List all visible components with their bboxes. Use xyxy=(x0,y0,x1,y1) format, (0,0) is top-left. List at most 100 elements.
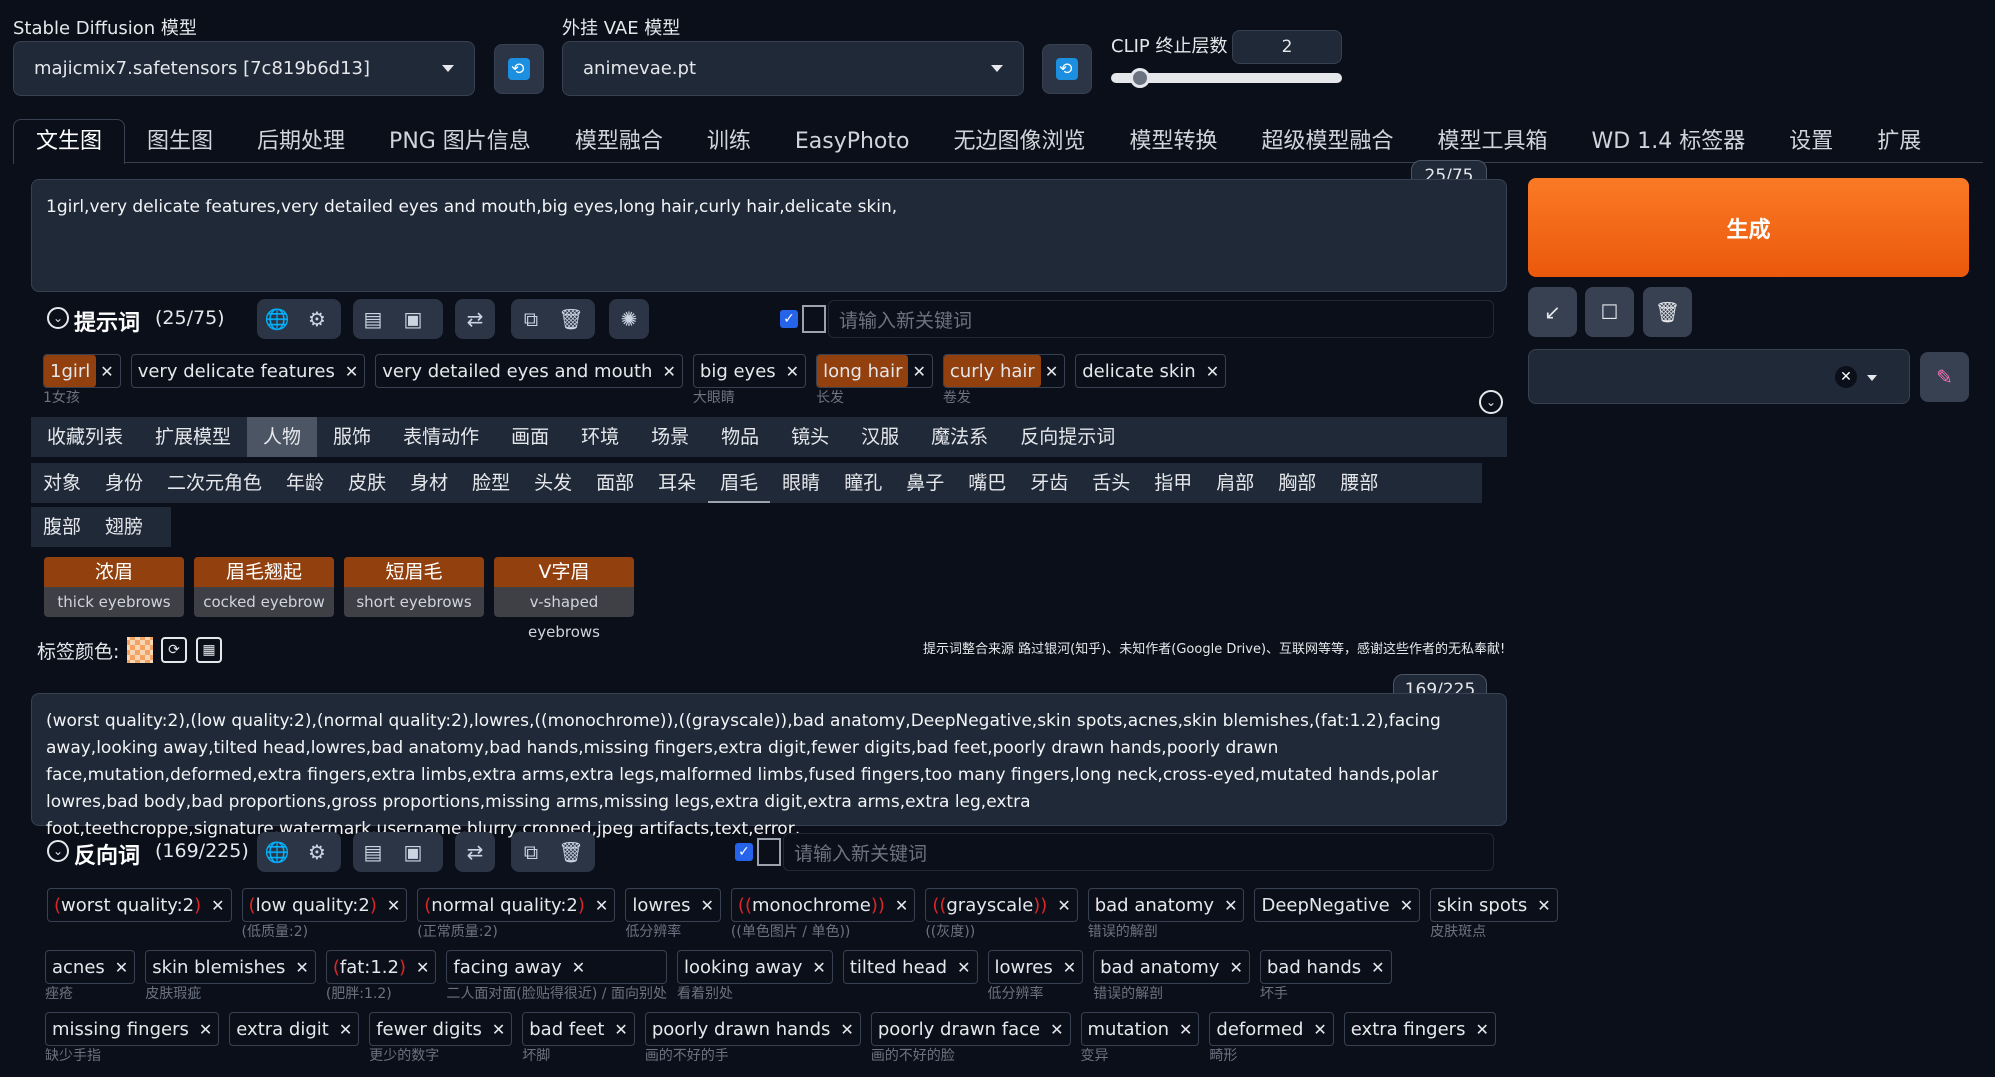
negative-tag-text[interactable]: (normal quality:2) xyxy=(418,889,591,921)
remove-tag-icon[interactable]: ✕ xyxy=(345,362,358,381)
negative-textarea[interactable]: (worst quality:2),(low quality:2),(norma… xyxy=(31,693,1507,839)
negative-tag-chip[interactable]: acnes ✕ xyxy=(45,950,136,984)
remove-tag-icon[interactable]: ✕ xyxy=(387,896,400,915)
category-tab[interactable]: 镜头 xyxy=(775,417,845,457)
tab-4[interactable]: 模型融合 xyxy=(553,120,685,164)
remove-tag-icon[interactable]: ✕ xyxy=(1229,958,1242,977)
negative-tag-chip[interactable]: facing away ✕ xyxy=(446,950,667,984)
openai-icon[interactable]: ✺ xyxy=(609,299,649,339)
subcategory-tab[interactable]: 二次元角色 xyxy=(155,463,274,503)
negative-tag-chip[interactable]: (worst quality:2) ✕ xyxy=(47,888,232,922)
subcategory-tab[interactable]: 面部 xyxy=(584,463,646,503)
copy-icon[interactable]: ⧉ xyxy=(511,299,551,339)
subcategory-tab[interactable]: 身份 xyxy=(93,463,155,503)
subcategory-tab[interactable]: 对象 xyxy=(31,463,93,503)
negative-tag-text[interactable]: extra digit xyxy=(230,1013,335,1045)
category-tab[interactable]: 扩展模型 xyxy=(139,417,247,457)
collapse-chevron-icon[interactable]: ⌄ xyxy=(47,307,69,329)
negative-tag-text[interactable]: skin spots xyxy=(1431,889,1533,921)
subcategory-tab[interactable]: 腰部 xyxy=(1328,463,1390,503)
category-tab[interactable]: 环境 xyxy=(565,417,635,457)
remove-tag-icon[interactable]: ✕ xyxy=(211,896,224,915)
remove-tag-icon[interactable]: ✕ xyxy=(1179,1020,1192,1039)
negative-tag-text[interactable]: tilted head xyxy=(844,951,953,983)
remove-tag-icon[interactable]: ✕ xyxy=(1224,896,1237,915)
subcategory-tab[interactable]: 肩部 xyxy=(1204,463,1266,503)
subcategory-tab[interactable]: 皮肤 xyxy=(336,463,398,503)
remove-tag-icon[interactable]: ✕ xyxy=(115,958,128,977)
category-tab[interactable]: 汉服 xyxy=(845,417,915,457)
category-tab[interactable]: 画面 xyxy=(495,417,565,457)
negative-tag-text[interactable]: skin blemishes xyxy=(146,951,291,983)
clear-icon[interactable]: ✕ xyxy=(1835,366,1857,388)
subcategory-tab[interactable]: 眉毛 xyxy=(708,463,771,503)
tab-5[interactable]: 训练 xyxy=(685,120,773,164)
prompt-textarea[interactable]: 1girl,very delicate features,very detail… xyxy=(31,179,1507,292)
gear-icon[interactable]: ⚙ xyxy=(297,832,337,872)
negative-tag-text[interactable]: facing away xyxy=(447,951,567,983)
prompt-tag-text[interactable]: big eyes xyxy=(694,355,782,387)
prompt-tag-chip[interactable]: very delicate features ✕ xyxy=(130,354,366,388)
negative-tag-chip[interactable]: skin blemishes ✕ xyxy=(145,950,316,984)
remove-tag-icon[interactable]: ✕ xyxy=(1475,1020,1488,1039)
negative-tag-chip[interactable]: bad hands ✕ xyxy=(1259,950,1392,984)
negative-tag-text[interactable]: (worst quality:2) xyxy=(48,889,207,921)
subcategory-tab[interactable]: 瞳孔 xyxy=(832,463,894,503)
neg-keyword-enable-checkbox[interactable]: ✓ xyxy=(735,843,753,861)
prompt-tag-text[interactable]: long hair xyxy=(817,355,909,387)
gear-icon[interactable]: ⚙ xyxy=(297,299,337,339)
negative-tag-text[interactable]: extra fingers xyxy=(1345,1013,1472,1045)
category-tab[interactable]: 场景 xyxy=(635,417,705,457)
tab-9[interactable]: 超级模型融合 xyxy=(1240,120,1416,164)
tab-0[interactable]: 文生图 xyxy=(13,119,126,164)
negative-tag-chip[interactable]: bad anatomy ✕ xyxy=(1087,888,1245,922)
negative-tag-chip[interactable]: extra digit ✕ xyxy=(229,1012,360,1046)
history-icon[interactable]: ▤ xyxy=(353,832,393,872)
edit-styles-button[interactable]: ✎ xyxy=(1920,352,1969,402)
negative-tag-chip[interactable]: mutation ✕ xyxy=(1080,1012,1200,1046)
read-params-button[interactable]: ↙ xyxy=(1528,287,1577,337)
generate-button[interactable]: 生成 xyxy=(1528,178,1969,277)
category-tab[interactable]: 反向提示词 xyxy=(1004,417,1131,457)
tab-13[interactable]: 扩展 xyxy=(1855,120,1943,164)
negative-tag-text[interactable]: poorly drawn hands xyxy=(646,1013,837,1045)
category-tab[interactable]: 人物 xyxy=(247,417,318,457)
bookmark-icon[interactable]: ▣ xyxy=(393,299,433,339)
negative-tag-text[interactable]: (fat:1.2) xyxy=(327,951,412,983)
color-swatch[interactable] xyxy=(127,637,153,663)
negative-tag-chip[interactable]: skin spots ✕ xyxy=(1430,888,1558,922)
category-tab[interactable]: 物品 xyxy=(705,417,775,457)
vae-dropdown[interactable]: animevae.pt xyxy=(562,41,1024,96)
negative-tag-chip[interactable]: looking away ✕ xyxy=(676,950,833,984)
subcategory-tab[interactable]: 牙齿 xyxy=(1018,463,1080,503)
candidate-tag[interactable]: V字眉 v-shaped eyebrows xyxy=(494,557,634,641)
negative-tag-text[interactable]: bad anatomy xyxy=(1094,951,1225,983)
prompt-tag-text[interactable]: very detailed eyes and mouth xyxy=(376,355,658,387)
negative-tag-text[interactable]: fewer digits xyxy=(370,1013,488,1045)
negative-tag-text[interactable]: bad anatomy xyxy=(1089,889,1220,921)
remove-tag-icon[interactable]: ✕ xyxy=(595,896,608,915)
subcategory-tab[interactable]: 舌头 xyxy=(1080,463,1142,503)
prompt-tag-chip[interactable]: very detailed eyes and mouth ✕ xyxy=(375,354,683,388)
remove-tag-icon[interactable]: ✕ xyxy=(100,362,113,381)
trash-icon[interactable]: 🗑 xyxy=(551,832,591,872)
negative-tag-chip[interactable]: missing fingers ✕ xyxy=(45,1012,220,1046)
clip-slider-thumb[interactable] xyxy=(1130,68,1150,88)
category-tab[interactable]: 收藏列表 xyxy=(31,417,139,457)
remove-tag-icon[interactable]: ✕ xyxy=(614,1020,627,1039)
category-tab[interactable]: 魔法系 xyxy=(915,417,1004,457)
tab-8[interactable]: 模型转换 xyxy=(1107,120,1239,164)
remove-tag-icon[interactable]: ✕ xyxy=(199,1020,212,1039)
remove-tag-icon[interactable]: ✕ xyxy=(1063,958,1076,977)
tab-7[interactable]: 无边图像浏览 xyxy=(931,120,1107,164)
remove-tag-icon[interactable]: ✕ xyxy=(1050,1020,1063,1039)
negative-tag-text[interactable]: (low quality:2) xyxy=(243,889,383,921)
negative-tag-chip[interactable]: (normal quality:2) ✕ xyxy=(417,888,616,922)
subcategory-tab[interactable]: 腹部 xyxy=(31,507,93,547)
trash-icon[interactable]: 🗑 xyxy=(551,299,591,339)
subcategory-tab[interactable]: 耳朵 xyxy=(646,463,708,503)
prompt-tag-text[interactable]: curly hair xyxy=(943,355,1041,387)
prompt-tag-chip[interactable]: long hair ✕ xyxy=(816,354,933,388)
globe-icon[interactable]: 🌐 xyxy=(257,299,297,339)
remove-tag-icon[interactable]: ✕ xyxy=(1206,362,1219,381)
